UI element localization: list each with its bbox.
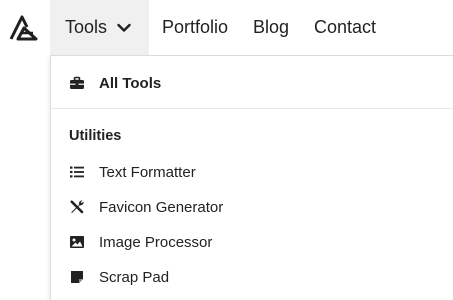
menu-item-label: Favicon Generator (99, 198, 224, 216)
list-icon (70, 166, 84, 178)
site-logo-icon[interactable] (8, 12, 40, 42)
menu-item-label: Scrap Pad (99, 268, 170, 286)
menu-item-label: Image Processor (99, 233, 213, 251)
nav-blog-link[interactable]: Blog (253, 0, 289, 55)
menu-item-favicon-generator[interactable]: Favicon Generator (69, 195, 223, 219)
menu-item-scrap-pad[interactable]: Scrap Pad (69, 265, 169, 289)
menu-item-label: Text Formatter (99, 163, 196, 181)
image-icon (70, 236, 84, 248)
tools-icon (70, 200, 84, 214)
nav-portfolio-link[interactable]: Portfolio (162, 0, 228, 55)
top-navigation-bar: Tools Portfolio Blog Contact (0, 0, 453, 55)
toolbox-icon (70, 76, 84, 89)
chevron-down-icon (117, 23, 131, 32)
nav-tools-menu[interactable]: Tools (50, 0, 149, 55)
menu-item-text-formatter[interactable]: Text Formatter (69, 160, 196, 184)
tools-dropdown-menu: All Tools Utilities Text Formatter Favic… (50, 55, 453, 300)
utilities-heading: Utilities (69, 128, 122, 144)
nav-tools-label: Tools (65, 17, 108, 37)
sticky-note-icon (71, 271, 83, 283)
menu-divider (51, 108, 453, 109)
menu-item-image-processor[interactable]: Image Processor (69, 230, 212, 254)
all-tools-label: All Tools (99, 74, 162, 92)
nav-contact-link[interactable]: Contact (314, 0, 376, 55)
all-tools-link[interactable]: All Tools (69, 70, 161, 96)
